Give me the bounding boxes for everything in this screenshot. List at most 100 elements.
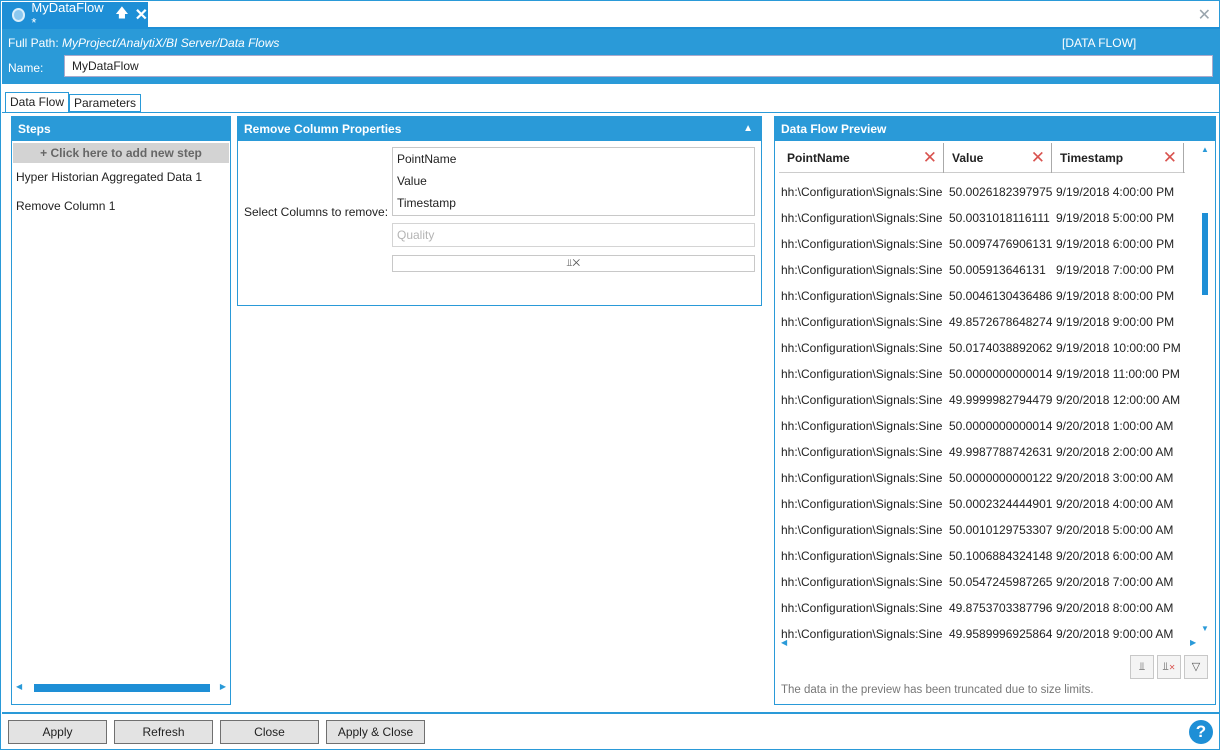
column-item[interactable]: Value <box>393 170 754 192</box>
close-button[interactable]: Close <box>220 720 319 744</box>
column-item[interactable]: Timestamp <box>393 192 754 214</box>
cell-value: 50.0547245987265 <box>949 575 1053 589</box>
cell-value: 50.0000000000014 <box>949 419 1053 433</box>
table-row[interactable]: hh:\Configuration\Signals:Sine 50.0000000… <box>779 413 1201 439</box>
table-row[interactable]: hh:\Configuration\Signals:Sine 50.0174038… <box>779 335 1201 361</box>
remove-column-icon[interactable]: ✕ <box>1163 143 1177 173</box>
cell-value: 49.8572678648274 <box>949 315 1053 329</box>
scroll-right-icon[interactable]: ▶ <box>220 682 226 691</box>
add-column-input[interactable]: Quality <box>392 223 755 247</box>
table-row[interactable]: hh:\Configuration\Signals:Sine 50.0000000… <box>779 361 1201 387</box>
table-row[interactable]: hh:\Configuration\Signals:Sine 49.9987788… <box>779 439 1201 465</box>
cell-value: 50.0174038892062 <box>949 341 1053 355</box>
document-tab[interactable]: MyDataFlow * 🡅 ✕ <box>2 0 148 30</box>
cell-timestamp: 9/19/2018 4:00:00 PM <box>1056 185 1175 199</box>
remove-column-properties-panel: Remove Column Properties ▲ Select Column… <box>237 116 762 306</box>
close-tab-icon[interactable]: ✕ <box>135 5 148 25</box>
pin-icon[interactable]: 🡅 <box>115 4 128 26</box>
table-row[interactable]: hh:\Configuration\Signals:Sine 50.1006884… <box>779 543 1201 569</box>
scrollbar-thumb[interactable] <box>1202 213 1208 295</box>
scroll-left-icon[interactable]: ◀ <box>781 638 787 647</box>
cell-pointname: hh:\Configuration\Signals:Sine <box>781 627 943 641</box>
apply-and-close-button[interactable]: Apply & Close <box>326 720 425 744</box>
select-columns-label: Select Columns to remove: <box>244 205 389 219</box>
name-label: Name: <box>8 61 44 75</box>
table-row[interactable]: hh:\Configuration\Signals:Sine 50.0002324… <box>779 491 1201 517</box>
scroll-down-icon[interactable]: ▼ <box>1201 624 1209 633</box>
cell-value: 49.9987788742631 <box>949 445 1053 459</box>
steps-title: Steps <box>12 117 230 141</box>
scroll-up-icon[interactable]: ▲ <box>1201 145 1209 154</box>
tab-data-flow[interactable]: Data Flow <box>5 92 70 113</box>
tab-parameters[interactable]: Parameters <box>69 94 142 112</box>
object-type-label: [DATA FLOW] <box>1062 36 1137 50</box>
table-row[interactable]: hh:\Configuration\Signals:Sine 50.0031018… <box>779 205 1201 231</box>
cell-timestamp: 9/19/2018 8:00:00 PM <box>1056 289 1175 303</box>
table-row[interactable]: hh:\Configuration\Signals:Sine 50.0026182… <box>779 179 1201 205</box>
column-header-pointname[interactable]: PointName ✕ <box>779 143 944 173</box>
full-path-value: MyProject/AnalytiX/BI Server/Data Flows <box>62 36 280 50</box>
table-row[interactable]: hh:\Configuration\Signals:Sine 50.0000000… <box>779 465 1201 491</box>
add-step-button[interactable]: + Click here to add new step <box>13 143 229 163</box>
remove-column-icon[interactable]: ✕ <box>1031 143 1045 173</box>
table-row[interactable]: hh:\Configuration\Signals:Sine 49.9589996… <box>779 621 1201 642</box>
tab-separator <box>2 112 1220 113</box>
document-tab-title: MyDataFlow * <box>31 0 104 30</box>
step-item[interactable]: Remove Column 1 <box>12 192 230 221</box>
column-picker-icon: ⫫✕ <box>566 258 581 269</box>
name-input[interactable] <box>64 55 1213 77</box>
column-item[interactable]: PointName <box>393 148 754 170</box>
cell-timestamp: 9/20/2018 3:00:00 AM <box>1056 471 1174 485</box>
dataflow-icon <box>12 8 26 22</box>
cell-timestamp: 9/19/2018 10:00:00 PM <box>1056 341 1181 355</box>
step-item[interactable]: Hyper Historian Aggregated Data 1 <box>12 163 230 192</box>
cell-timestamp: 9/19/2018 6:00:00 PM <box>1056 237 1175 251</box>
close-window-icon[interactable]: ✕ <box>1198 5 1211 25</box>
cell-value: 50.0002324444901 <box>949 497 1053 511</box>
cell-timestamp: 9/20/2018 5:00:00 AM <box>1056 523 1174 537</box>
scroll-right-icon[interactable]: ▶ <box>1190 638 1196 647</box>
table-row[interactable]: hh:\Configuration\Signals:Sine 50.0010129… <box>779 517 1201 543</box>
cell-value: 50.005913646131 <box>949 263 1046 277</box>
data-flow-preview-panel: Data Flow Preview PointName ✕ Value ✕ Ti… <box>774 116 1216 705</box>
scrollbar-thumb[interactable] <box>34 684 210 692</box>
cell-pointname: hh:\Configuration\Signals:Sine <box>781 341 943 355</box>
cell-pointname: hh:\Configuration\Signals:Sine <box>781 289 943 303</box>
preview-grid-body: hh:\Configuration\Signals:Sine 50.0026182… <box>779 179 1201 642</box>
cell-timestamp: 9/20/2018 2:00:00 AM <box>1056 445 1174 459</box>
cell-value: 50.0026182397975 <box>949 185 1053 199</box>
column-header-value[interactable]: Value ✕ <box>944 143 1052 173</box>
cell-timestamp: 9/19/2018 7:00:00 PM <box>1056 263 1175 277</box>
steps-horizontal-scrollbar[interactable]: ◀ ▶ <box>16 682 226 694</box>
cell-value: 50.0031018116111 <box>949 211 1050 225</box>
cell-value: 49.9999982794479 <box>949 393 1053 407</box>
table-row[interactable]: hh:\Configuration\Signals:Sine 50.0046130… <box>779 283 1201 309</box>
refresh-button[interactable]: Refresh <box>114 720 213 744</box>
remove-columns-icon[interactable]: ⫫✕ <box>1157 655 1181 679</box>
cell-pointname: hh:\Configuration\Signals:Sine <box>781 419 943 433</box>
cell-timestamp: 9/20/2018 6:00:00 AM <box>1056 549 1174 563</box>
cell-pointname: hh:\Configuration\Signals:Sine <box>781 393 943 407</box>
cell-pointname: hh:\Configuration\Signals:Sine <box>781 237 943 251</box>
collapse-icon[interactable]: ▲ <box>743 117 753 141</box>
cell-timestamp: 9/20/2018 8:00:00 AM <box>1056 601 1174 615</box>
remove-column-title-text: Remove Column Properties <box>244 122 402 136</box>
table-row[interactable]: hh:\Configuration\Signals:Sine 49.8753703… <box>779 595 1201 621</box>
help-icon[interactable]: ? <box>1189 720 1213 744</box>
table-row[interactable]: hh:\Configuration\Signals:Sine 49.9999982… <box>779 387 1201 413</box>
table-row[interactable]: hh:\Configuration\Signals:Sine 50.0059136… <box>779 257 1201 283</box>
column-header-timestamp[interactable]: Timestamp ✕ <box>1052 143 1184 173</box>
column-picker-button[interactable]: ⫫✕ <box>392 255 755 272</box>
cell-timestamp: 9/20/2018 4:00:00 AM <box>1056 497 1174 511</box>
columns-to-remove-list[interactable]: PointName Value Timestamp <box>392 147 755 216</box>
scroll-left-icon[interactable]: ◀ <box>16 682 22 691</box>
apply-button[interactable]: Apply <box>8 720 107 744</box>
remove-column-icon[interactable]: ✕ <box>923 143 937 173</box>
filter-icon[interactable]: ▽ <box>1184 655 1208 679</box>
column-chooser-icon[interactable]: ⫫ <box>1130 655 1154 679</box>
table-row[interactable]: hh:\Configuration\Signals:Sine 49.8572678… <box>779 309 1201 335</box>
table-row[interactable]: hh:\Configuration\Signals:Sine 50.0097476… <box>779 231 1201 257</box>
preview-vertical-scrollbar[interactable]: ▲ ▼ <box>1199 143 1211 635</box>
editor-window: MyDataFlow * 🡅 ✕ ✕ Full Path: MyProject/… <box>0 0 1220 750</box>
table-row[interactable]: hh:\Configuration\Signals:Sine 50.0547245… <box>779 569 1201 595</box>
